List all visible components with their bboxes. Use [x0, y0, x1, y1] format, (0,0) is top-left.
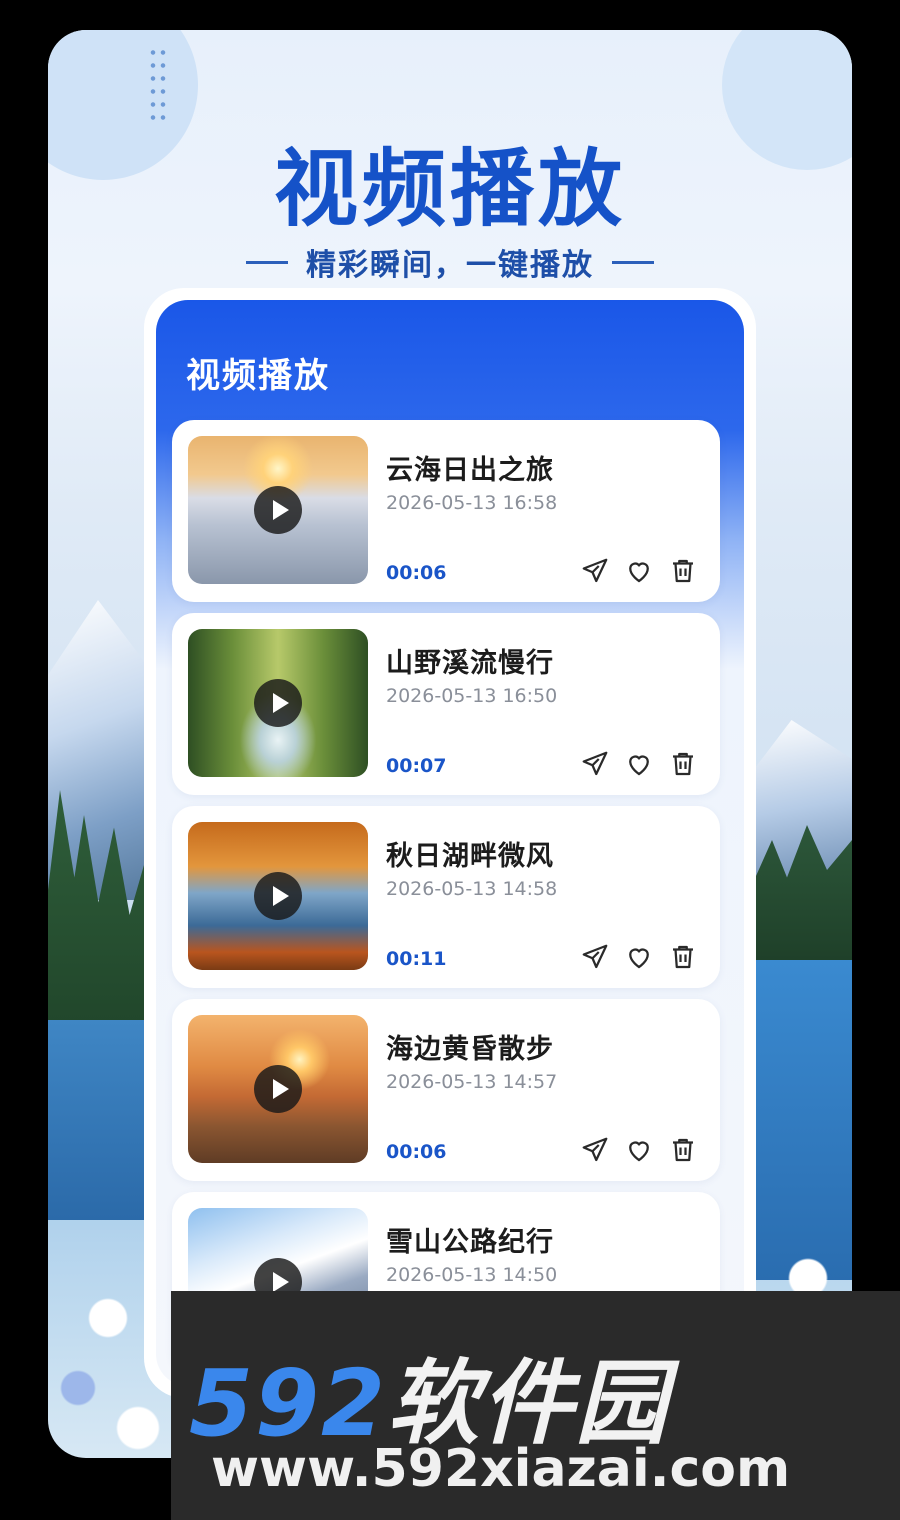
- trash-icon[interactable]: [666, 747, 700, 781]
- video-duration: 00:07: [386, 755, 447, 777]
- video-date: 2026-05-13 16:58: [386, 492, 558, 514]
- video-item[interactable]: 云海日出之旅 2026-05-13 16:58 00:06: [172, 420, 720, 602]
- video-actions: [578, 554, 700, 588]
- play-icon[interactable]: [254, 1065, 302, 1113]
- video-actions: [578, 1133, 700, 1167]
- heart-icon[interactable]: [622, 747, 656, 781]
- heart-icon[interactable]: [622, 554, 656, 588]
- trash-icon[interactable]: [666, 1133, 700, 1167]
- send-icon[interactable]: [578, 554, 612, 588]
- send-icon[interactable]: [578, 1133, 612, 1167]
- card-title: 视频播放: [186, 356, 330, 396]
- video-duration: 00:06: [386, 562, 447, 584]
- play-icon[interactable]: [254, 486, 302, 534]
- video-list-panel: 视频播放 云海日出之旅 2026-05-13 16:58 00:06 山野溪流慢…: [156, 300, 744, 1386]
- trash-icon[interactable]: [666, 940, 700, 974]
- video-date: 2026-05-13 14:57: [386, 1071, 558, 1093]
- play-icon[interactable]: [254, 679, 302, 727]
- heart-icon[interactable]: [622, 1133, 656, 1167]
- video-date: 2026-05-13 16:50: [386, 685, 558, 707]
- video-date: 2026-05-13 14:58: [386, 878, 558, 900]
- watermark-url: www.592xiazai.com: [211, 1439, 791, 1499]
- video-title: 雪山公路纪行: [386, 1227, 554, 1258]
- trash-icon[interactable]: [666, 554, 700, 588]
- video-duration: 00:06: [386, 1141, 447, 1163]
- send-icon[interactable]: [578, 940, 612, 974]
- video-title: 秋日湖畔微风: [386, 841, 554, 872]
- divider: [246, 260, 288, 264]
- watermark-overlay: 592软件园 www.592xiazai.com: [171, 1291, 900, 1520]
- video-thumbnail[interactable]: [188, 822, 368, 970]
- video-thumbnail[interactable]: [188, 436, 368, 584]
- video-actions: [578, 940, 700, 974]
- video-title: 山野溪流慢行: [386, 648, 554, 679]
- app-screen: 视频播放 精彩瞬间，一键播放 视频播放 云海日出之旅 2026-05-13 16…: [48, 30, 852, 1458]
- hero-subtitle: 精彩瞬间，一键播放: [306, 248, 594, 283]
- video-title: 海边黄昏散步: [386, 1034, 554, 1065]
- video-item[interactable]: 山野溪流慢行 2026-05-13 16:50 00:07: [172, 613, 720, 795]
- hero-subtitle-row: 精彩瞬间，一键播放: [48, 240, 852, 284]
- video-item[interactable]: 海边黄昏散步 2026-05-13 14:57 00:06: [172, 999, 720, 1181]
- hero-title: 视频播放: [273, 140, 626, 238]
- video-duration: 00:11: [386, 948, 447, 970]
- send-icon[interactable]: [578, 747, 612, 781]
- decor-dots: [148, 46, 168, 124]
- video-title: 云海日出之旅: [386, 455, 554, 486]
- play-icon[interactable]: [254, 872, 302, 920]
- divider: [612, 260, 654, 264]
- video-item[interactable]: 秋日湖畔微风 2026-05-13 14:58 00:11: [172, 806, 720, 988]
- video-thumbnail[interactable]: [188, 629, 368, 777]
- heart-icon[interactable]: [622, 940, 656, 974]
- video-actions: [578, 747, 700, 781]
- video-date: 2026-05-13 14:50: [386, 1264, 558, 1286]
- video-list-card: 视频播放 云海日出之旅 2026-05-13 16:58 00:06 山野溪流慢…: [144, 288, 756, 1398]
- video-thumbnail[interactable]: [188, 1015, 368, 1163]
